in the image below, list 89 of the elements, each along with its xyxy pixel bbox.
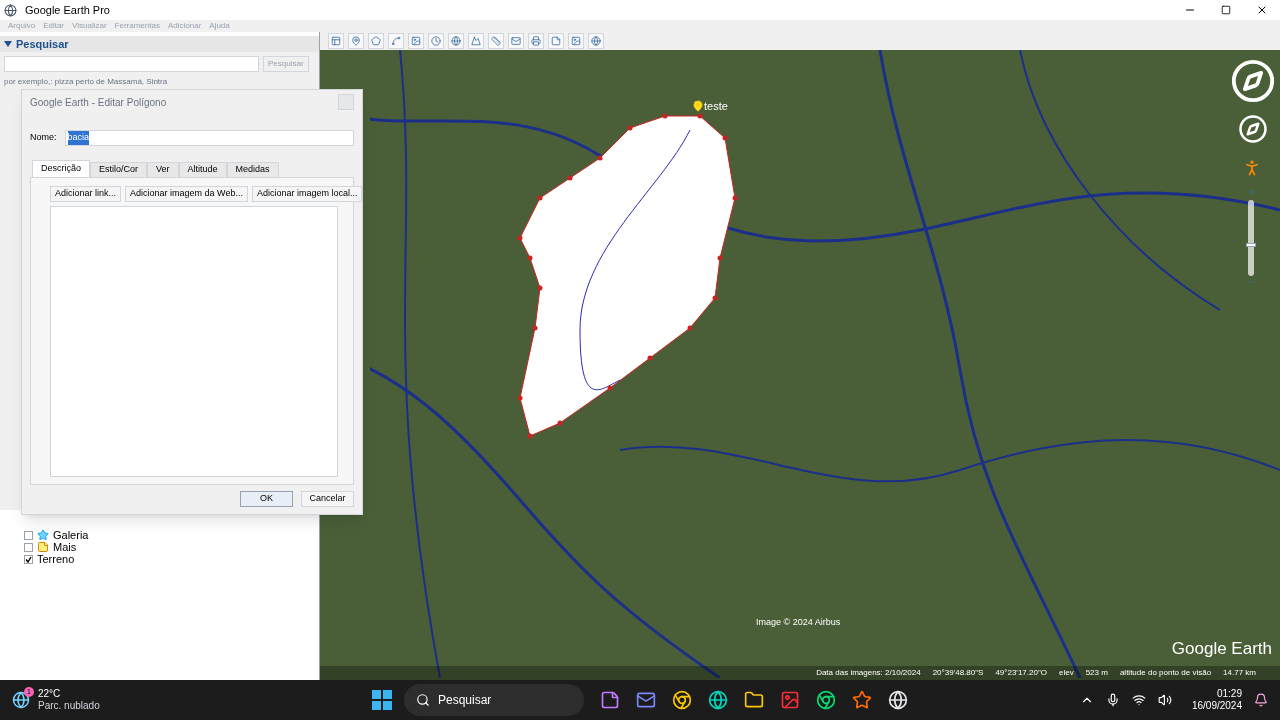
status-text: 523 m: [1085, 667, 1108, 679]
mountain-icon: [471, 36, 481, 46]
notification-icon[interactable]: [1254, 693, 1268, 707]
tab[interactable]: Medidas: [226, 162, 279, 178]
close-icon: [1256, 4, 1268, 16]
clock-date[interactable]: 16/09/2024: [1191, 700, 1242, 713]
window-title: Google Earth Pro: [25, 2, 110, 18]
weather-condition: Parc. nublado: [38, 700, 100, 713]
placemark-label[interactable]: teste: [704, 98, 728, 115]
pin-icon[interactable]: [692, 100, 704, 112]
status-text: altitude do ponto de visão: [1119, 667, 1212, 679]
toolbar-button[interactable]: [528, 33, 544, 49]
ok-button[interactable]: OK: [240, 491, 293, 507]
status-text: Data das imagens: 2/10/2024: [816, 667, 921, 679]
image-icon: [571, 36, 581, 46]
taskbar-search[interactable]: Pesquisar: [404, 684, 584, 716]
status-text: 49°23'17.20"O: [995, 667, 1047, 679]
dialog-title: Google Earth - Editar Polígono: [30, 95, 167, 110]
checkbox[interactable]: [24, 554, 33, 564]
panel-header[interactable]: Pesquisar: [0, 36, 319, 52]
toolbar-button[interactable]: [348, 33, 364, 49]
add-button[interactable]: Adicionar imagem local...: [251, 186, 363, 202]
earth-app-icon[interactable]: [888, 690, 908, 710]
tab[interactable]: Ver: [147, 162, 179, 178]
pin-icon: [351, 36, 361, 46]
imagery-attribution: Image © 2024 Airbus: [756, 616, 841, 629]
map-logo: Google Earth: [1171, 638, 1272, 660]
add-button[interactable]: Adicionar link...: [50, 186, 122, 202]
wifi-icon[interactable]: [1131, 693, 1146, 707]
add-button[interactable]: Adicionar imagem da Web...: [125, 186, 248, 202]
clock-icon: [431, 36, 441, 46]
polygon-icon: [371, 36, 381, 46]
search-hint: por exemplo,: pizza perto de Massamá, Sintra: [0, 76, 319, 88]
browser-icon[interactable]: [672, 690, 692, 710]
zoom-track[interactable]: [1248, 200, 1254, 276]
status-text: 20°39'48.80"S: [932, 667, 984, 679]
globe-icon: [591, 36, 601, 46]
toolbar-button[interactable]: [428, 33, 444, 49]
ruler-icon: [491, 36, 501, 46]
cancel-button[interactable]: Cancelar: [301, 491, 354, 507]
toolbar-button[interactable]: [448, 33, 464, 49]
path-icon: [391, 36, 401, 46]
toolbar-button[interactable]: [588, 33, 604, 49]
polygon-shape[interactable]: [517, 113, 738, 439]
temperature: 22°C: [38, 687, 62, 700]
panel-header-label[interactable]: Pesquisar: [16, 35, 69, 53]
app-icon[interactable]: [852, 690, 872, 710]
folder-icon[interactable]: [744, 690, 764, 710]
app-logo-icon: [4, 3, 17, 17]
toolbar-button[interactable]: [368, 33, 384, 49]
mail-icon: [511, 36, 521, 46]
checkbox[interactable]: [24, 530, 33, 540]
clock-time[interactable]: 01:29: [1216, 687, 1242, 700]
printer-icon: [531, 36, 541, 46]
toolbar-button[interactable]: [488, 33, 504, 49]
toolbar-button[interactable]: [468, 33, 484, 49]
zoom-thumb[interactable]: [1246, 243, 1256, 248]
name-label: Nome:: [30, 131, 57, 145]
star-icon: [37, 529, 49, 541]
checkbox[interactable]: [24, 542, 33, 552]
taskbar-search-label[interactable]: Pesquisar: [438, 691, 492, 709]
toolbar-button[interactable]: [388, 33, 404, 49]
tab[interactable]: Descrição: [32, 160, 90, 178]
search-icon: [416, 693, 430, 707]
selected-text: bacia: [67, 131, 90, 145]
maximize-icon: [1221, 5, 1231, 15]
toolbar-button[interactable]: [568, 33, 584, 49]
tab[interactable]: Estilo/Cor: [90, 162, 148, 178]
mail-icon[interactable]: [636, 690, 656, 710]
tab[interactable]: Altitude: [178, 162, 227, 178]
toolbar-button[interactable]: [408, 33, 424, 49]
volume-icon[interactable]: [1157, 693, 1172, 707]
status-text: elev: [1059, 667, 1074, 679]
windows-start-icon[interactable]: [372, 690, 392, 710]
toolbar-button[interactable]: [508, 33, 524, 49]
name-field[interactable]: bacia: [64, 130, 354, 146]
image-icon: [411, 36, 421, 46]
browser-icon[interactable]: [816, 690, 836, 710]
sidebar-icon: [331, 36, 341, 46]
toolbar-button[interactable]: [328, 33, 344, 49]
microphone-icon[interactable]: [1105, 693, 1120, 707]
toolbar-button[interactable]: [548, 33, 564, 49]
search-field[interactable]: [4, 56, 259, 72]
status-text: 14.77 km: [1223, 667, 1256, 679]
check-icon: [25, 555, 32, 563]
caret-icon[interactable]: [4, 40, 12, 48]
globe-icon: [451, 36, 461, 46]
description-field[interactable]: [50, 206, 338, 477]
compass-icon[interactable]: [1230, 58, 1276, 104]
